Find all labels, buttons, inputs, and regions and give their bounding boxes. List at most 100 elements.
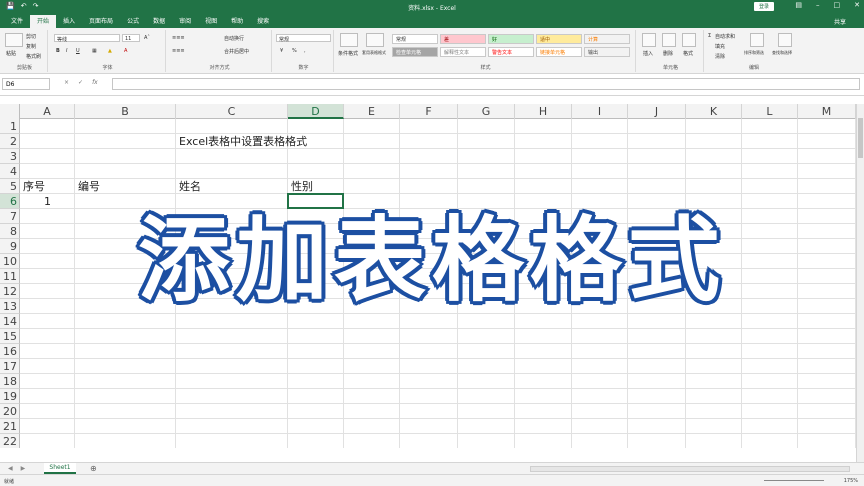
find-select-button[interactable]: 查找和选择 [772,50,792,56]
cell-style-9[interactable]: 输出 [584,47,630,57]
maximize-icon[interactable]: □ [834,1,841,9]
vertical-scroll-thumb[interactable] [858,118,863,158]
row-header-15[interactable]: 15 [0,329,20,344]
cell-style-5[interactable]: 检查单元格 [392,47,438,57]
fill-color-icon[interactable]: ▲ [108,48,112,54]
font-name-select[interactable]: 等线 [54,34,120,43]
column-header-g[interactable]: G [458,104,515,119]
prev-sheet-icon[interactable]: ◀ [8,465,13,472]
row-header-3[interactable]: 3 [0,149,20,164]
enter-icon[interactable]: ✓ [78,79,83,86]
border-icon[interactable]: ▦ [92,48,97,54]
number-format-select[interactable]: 常规 [276,34,331,43]
comma-button[interactable]: , [304,48,306,54]
paste-icon[interactable] [5,33,23,47]
table-format-icon[interactable] [366,33,384,47]
align-top-icon[interactable]: ≡≡≡ [172,35,185,41]
autosum-icon[interactable]: Σ [708,33,711,39]
column-header-c[interactable]: C [176,104,288,119]
conditional-format-icon[interactable] [340,33,358,47]
share-button[interactable]: 共享 [834,17,846,26]
cell-style-8[interactable]: 链接单元格 [536,47,582,57]
row-header-19[interactable]: 19 [0,389,20,404]
format-cells-button[interactable]: 格式 [683,50,693,57]
column-header-i[interactable]: I [572,104,628,119]
row-header-21[interactable]: 21 [0,419,20,434]
column-header-a[interactable]: A [20,104,75,119]
column-header-k[interactable]: K [686,104,742,119]
sort-filter-button[interactable]: 排序和筛选 [744,50,764,56]
zoom-slider[interactable] [764,480,824,481]
tab-5[interactable]: 数据 [146,15,172,28]
row-header-16[interactable]: 16 [0,344,20,359]
horizontal-scrollbar[interactable] [530,466,850,472]
tab-7[interactable]: 视图 [198,15,224,28]
row-header-22[interactable]: 22 [0,434,20,448]
paste-button[interactable]: 粘贴 [6,50,16,57]
row-header-2[interactable]: 2 [0,134,20,149]
clear-button[interactable]: 清除 [715,53,725,60]
wrap-text-button[interactable]: 自动换行 [224,35,244,42]
align-left-icon[interactable]: ≡≡≡ [172,48,185,54]
cell-style-1[interactable]: 差 [440,34,486,44]
column-header-b[interactable]: B [75,104,176,119]
tab-1[interactable]: 开始 [30,15,57,28]
name-box[interactable]: D6 [2,78,50,90]
formula-input[interactable] [112,78,860,90]
merge-center-button[interactable]: 合并后居中 [224,48,249,55]
row-header-1[interactable]: 1 [0,119,20,134]
tab-8[interactable]: 帮助 [224,15,250,28]
column-header-l[interactable]: L [742,104,798,119]
login-button[interactable]: 登录 [753,2,774,11]
font-color-icon[interactable]: A [124,48,127,54]
close-icon[interactable]: ✕ [854,1,860,9]
tab-0[interactable]: 文件 [4,15,30,28]
tab-4[interactable]: 公式 [120,15,146,28]
row-header-20[interactable]: 20 [0,404,20,419]
find-select-icon[interactable] [778,33,792,47]
column-header-e[interactable]: E [344,104,400,119]
cell-style-6[interactable]: 解释性文本 [440,47,486,57]
cell-style-3[interactable]: 适中 [536,34,582,44]
fill-button[interactable]: 填充 [715,43,725,50]
font-grow-icon[interactable]: Aˆ [144,35,150,41]
row-header-4[interactable]: 4 [0,164,20,179]
insert-cells-icon[interactable] [642,33,656,47]
zoom-level[interactable]: 175% [844,478,858,484]
sort-filter-icon[interactable] [750,33,764,47]
column-header-j[interactable]: J [628,104,686,119]
bold-button[interactable]: B [56,48,60,54]
select-all-corner[interactable] [0,104,20,119]
italic-button[interactable]: I [66,48,67,54]
next-sheet-icon[interactable]: ▶ [21,465,26,472]
cell-c2[interactable]: Excel表格中设置表格格式 [179,134,307,149]
insert-function-button[interactable]: fx [92,79,98,86]
delete-cells-icon[interactable] [662,33,676,47]
cancel-icon[interactable]: × [64,79,69,86]
row-header-18[interactable]: 18 [0,374,20,389]
tab-2[interactable]: 插入 [56,15,82,28]
tab-6[interactable]: 审阅 [172,15,198,28]
insert-cells-button[interactable]: 插入 [643,50,653,57]
cell-style-2[interactable]: 好 [488,34,534,44]
vertical-scrollbar[interactable] [856,104,864,462]
add-sheet-icon[interactable]: ⊕ [90,464,97,473]
underline-button[interactable]: U [76,48,80,54]
sheet-tab[interactable]: Sheet1 [44,463,76,474]
table-format-button[interactable]: 套用表格格式 [362,50,386,56]
minimize-icon[interactable]: – [816,1,820,9]
column-header-d[interactable]: D [288,104,344,119]
copy-button[interactable]: 复制 [26,43,36,50]
autosum-button[interactable]: 自动求和 [715,33,735,40]
format-cells-icon[interactable] [682,33,696,47]
delete-cells-button[interactable]: 删除 [663,50,673,57]
column-header-f[interactable]: F [400,104,458,119]
font-size-select[interactable]: 11 [122,34,140,42]
cell-style-7[interactable]: 警告文本 [488,47,534,57]
row-header-17[interactable]: 17 [0,359,20,374]
tab-9[interactable]: 搜索 [250,15,276,28]
conditional-format-button[interactable]: 条件格式 [338,50,358,57]
cut-button[interactable]: 剪切 [26,33,36,40]
ribbon-display-icon[interactable]: ▤ [795,1,802,9]
currency-icon[interactable]: ¥ [280,48,283,54]
